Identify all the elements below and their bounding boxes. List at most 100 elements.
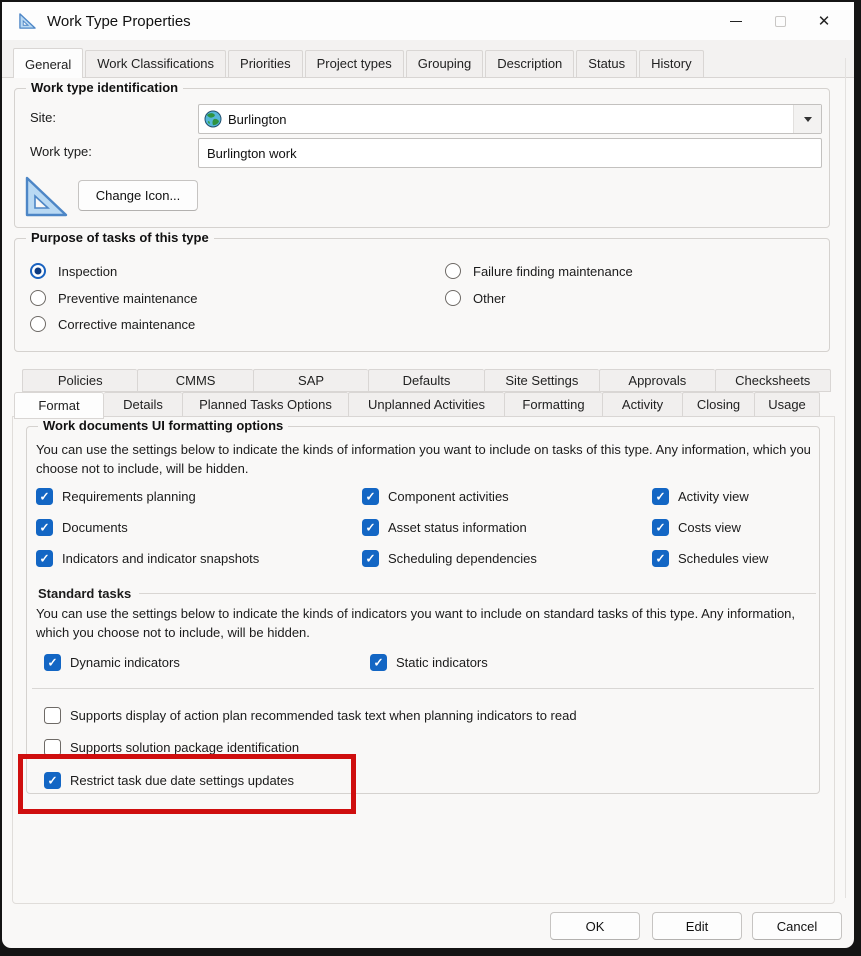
tab-project-types[interactable]: Project types bbox=[304, 50, 404, 77]
checkbox-component-activities[interactable]: Component activities bbox=[362, 488, 652, 505]
tab-closing[interactable]: Closing bbox=[682, 392, 754, 417]
checkbox-label: Asset status information bbox=[388, 520, 527, 535]
checkbox-icon bbox=[370, 654, 387, 671]
tab-site-settings[interactable]: Site Settings bbox=[483, 369, 600, 392]
tab-cmms[interactable]: CMMS bbox=[137, 369, 253, 392]
tab-history[interactable]: History bbox=[639, 50, 704, 77]
tab-general[interactable]: General bbox=[13, 48, 84, 78]
radio-icon bbox=[445, 263, 461, 279]
checkbox-activity-view[interactable]: Activity view bbox=[652, 488, 820, 505]
checkbox-label: Dynamic indicators bbox=[70, 655, 180, 670]
checkbox-label: Static indicators bbox=[396, 655, 488, 670]
ui-options-checkbox-grid: Requirements planning Component activiti… bbox=[36, 488, 820, 567]
checkbox-icon bbox=[44, 707, 61, 724]
close-icon: ✕ bbox=[817, 12, 831, 30]
maximize-icon bbox=[774, 15, 786, 27]
radio-label: Corrective maintenance bbox=[58, 316, 196, 332]
checkbox-requirements-planning[interactable]: Requirements planning bbox=[36, 488, 362, 505]
checkbox-label: Costs view bbox=[678, 520, 741, 535]
inner-tab-row-back: Policies CMMS SAP Defaults Site Settings… bbox=[22, 369, 831, 392]
checkbox-static-indicators[interactable]: Static indicators bbox=[370, 654, 488, 671]
checkbox-label: Indicators and indicator snapshots bbox=[62, 551, 260, 566]
tab-usage[interactable]: Usage bbox=[754, 392, 820, 417]
tab-grouping[interactable]: Grouping bbox=[405, 50, 484, 77]
checkbox-restrict-task-due-date-settings-updates[interactable]: Restrict task due date settings updates bbox=[44, 772, 294, 789]
checkbox-indicators-and-indicator-snapshots[interactable]: Indicators and indicator snapshots bbox=[36, 550, 362, 567]
top-tab-strip: General Work Classifications Priorities … bbox=[2, 40, 854, 78]
set-square-icon bbox=[19, 13, 36, 29]
radio-preventive-maintenance[interactable]: Preventive maintenance bbox=[30, 290, 197, 306]
radio-label: Inspection bbox=[58, 263, 118, 279]
tab-checksheets[interactable]: Checksheets bbox=[714, 369, 831, 392]
tab-formatting[interactable]: Formatting bbox=[504, 392, 602, 417]
maximize-button[interactable] bbox=[758, 2, 802, 40]
tab-defaults[interactable]: Defaults bbox=[368, 369, 484, 392]
checkbox-asset-status-information[interactable]: Asset status information bbox=[362, 519, 652, 536]
checkbox-costs-view[interactable]: Costs view bbox=[652, 519, 820, 536]
group-title: Purpose of tasks of this type bbox=[26, 230, 214, 245]
radio-inspection[interactable]: Inspection bbox=[30, 263, 117, 279]
minimize-button[interactable] bbox=[714, 2, 758, 40]
checkbox-label: Supports display of action plan recommen… bbox=[70, 708, 577, 723]
radio-corrective-maintenance[interactable]: Corrective maintenance bbox=[30, 316, 195, 332]
tab-status[interactable]: Status bbox=[576, 50, 638, 77]
cancel-button[interactable]: Cancel bbox=[752, 912, 842, 940]
checkbox-label: Scheduling dependencies bbox=[388, 551, 537, 566]
checkbox-icon bbox=[44, 654, 61, 671]
group-title: Work type identification bbox=[26, 80, 184, 95]
checkbox-icon bbox=[362, 488, 379, 505]
checkbox-label: Documents bbox=[62, 520, 128, 535]
ok-button[interactable]: OK bbox=[550, 912, 640, 940]
site-label: Site: bbox=[30, 110, 57, 125]
radio-icon bbox=[30, 290, 46, 306]
edit-button[interactable]: Edit bbox=[652, 912, 742, 940]
tab-policies[interactable]: Policies bbox=[22, 369, 138, 392]
tab-work-classifications[interactable]: Work Classifications bbox=[85, 50, 227, 77]
checkbox-icon bbox=[362, 519, 379, 536]
site-combobox[interactable]: Burlington bbox=[198, 104, 822, 134]
checkbox-label: Restrict task due date settings updates bbox=[70, 773, 295, 788]
checkbox-icon bbox=[652, 550, 669, 567]
minimize-icon bbox=[730, 20, 742, 22]
work-type-label: Work type: bbox=[30, 144, 92, 159]
work-type-properties-dialog: Work Type Properties ✕ General Work Clas… bbox=[2, 2, 854, 948]
checkbox-label: Requirements planning bbox=[62, 489, 196, 504]
tab-activity[interactable]: Activity bbox=[602, 392, 682, 417]
checkbox-supports-solution-package-identification[interactable]: Supports solution package identification bbox=[44, 739, 299, 756]
checkbox-icon bbox=[652, 519, 669, 536]
tab-unplanned-activities[interactable]: Unplanned Activities bbox=[348, 392, 504, 417]
checkbox-supports-action-plan-task-text[interactable]: Supports display of action plan recommen… bbox=[44, 707, 577, 724]
checkbox-label: Component activities bbox=[388, 489, 509, 504]
change-icon-button[interactable]: Change Icon... bbox=[78, 180, 198, 211]
checkbox-label: Supports solution package identification bbox=[70, 740, 300, 755]
tab-planned-tasks-options[interactable]: Planned Tasks Options bbox=[182, 392, 348, 417]
tab-details[interactable]: Details bbox=[104, 392, 182, 417]
site-dropdown-button[interactable] bbox=[793, 105, 821, 133]
section-title: Standard tasks bbox=[38, 586, 132, 601]
work-type-input[interactable] bbox=[198, 138, 822, 168]
chevron-down-icon bbox=[803, 116, 812, 122]
right-guide-line bbox=[845, 58, 846, 898]
radio-icon bbox=[30, 263, 46, 279]
checkbox-documents[interactable]: Documents bbox=[36, 519, 362, 536]
checkbox-scheduling-dependencies[interactable]: Scheduling dependencies bbox=[362, 550, 652, 567]
close-button[interactable]: ✕ bbox=[802, 2, 846, 40]
checkbox-icon bbox=[36, 550, 53, 567]
checkbox-schedules-view[interactable]: Schedules view bbox=[652, 550, 820, 567]
tab-format[interactable]: Format bbox=[14, 392, 104, 419]
tab-approvals[interactable]: Approvals bbox=[599, 369, 715, 392]
standard-tasks-header: Standard tasks bbox=[38, 586, 816, 601]
section-divider bbox=[139, 593, 816, 594]
radio-label: Preventive maintenance bbox=[58, 290, 198, 306]
globe-icon bbox=[204, 110, 222, 128]
checkbox-dynamic-indicators[interactable]: Dynamic indicators bbox=[44, 654, 180, 671]
tab-priorities[interactable]: Priorities bbox=[228, 50, 303, 77]
radio-other[interactable]: Other bbox=[445, 290, 506, 306]
tab-description[interactable]: Description bbox=[485, 50, 575, 77]
title-bar: Work Type Properties ✕ bbox=[2, 2, 854, 40]
radio-failure-finding-maintenance[interactable]: Failure finding maintenance bbox=[445, 263, 633, 279]
standard-tasks-description: You can use the settings below to indica… bbox=[36, 606, 796, 640]
checkbox-icon bbox=[44, 772, 61, 789]
window-title: Work Type Properties bbox=[47, 12, 191, 30]
tab-sap[interactable]: SAP bbox=[252, 369, 369, 392]
